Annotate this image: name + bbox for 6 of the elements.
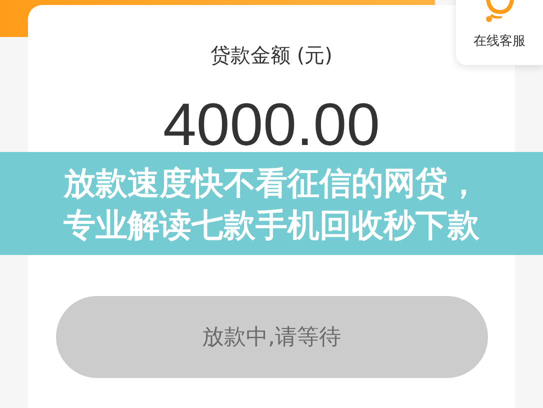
service-label: 在线客服: [474, 33, 526, 50]
loan-amount: 4000.00: [163, 90, 380, 160]
caption-text: 专业解读七款手机回收秒下款: [64, 204, 480, 246]
caption-text: 放款速度快不看征信的网贷，: [64, 162, 480, 204]
amount-label: 贷款金额 (元): [210, 43, 332, 67]
service-widget[interactable]: 在线客服: [456, 0, 543, 65]
